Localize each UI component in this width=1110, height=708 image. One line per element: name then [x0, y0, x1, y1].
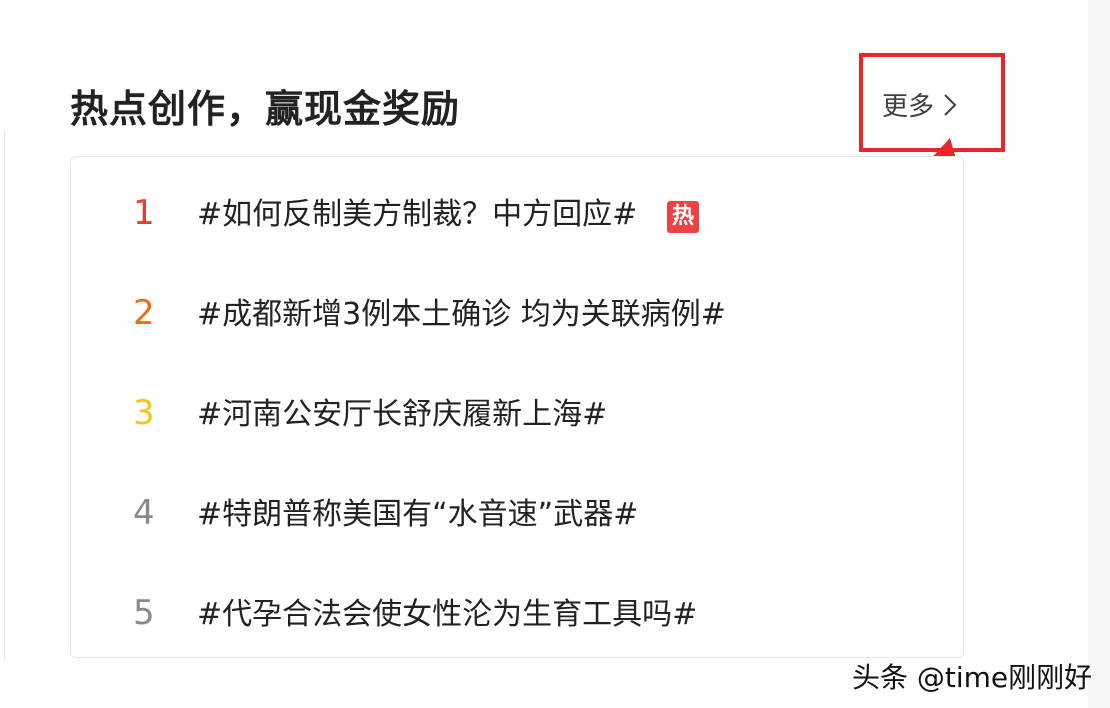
topic-title: #河南公安厅长舒庆履新上海# [197, 397, 608, 432]
hot-topics-card: 1 #如何反制美方制裁？中方回应# 热 2 #成都新增3例本土确诊 均为关联病例… [70, 156, 964, 658]
hot-topic-item-1[interactable]: 1 #如何反制美方制裁？中方回应# 热 [71, 183, 963, 243]
rank-number: 2 [133, 293, 155, 333]
rank-number: 3 [133, 393, 155, 433]
topic-title: #特朗普称美国有“水音速”武器# [197, 497, 639, 532]
topic-title: #代孕合法会使女性沦为生育工具吗# [197, 597, 698, 632]
hot-topic-item-2[interactable]: 2 #成都新增3例本土确诊 均为关联病例# [71, 283, 963, 343]
left-card-edge [0, 130, 5, 660]
hot-topic-item-4[interactable]: 4 #特朗普称美国有“水音速”武器# [71, 483, 963, 543]
topic-title: #成都新增3例本土确诊 均为关联病例# [197, 297, 726, 332]
rank-number: 1 [133, 193, 155, 233]
rank-number: 5 [133, 593, 155, 633]
rank-number: 4 [133, 493, 155, 533]
hot-badge: 热 [667, 201, 699, 233]
watermark: 头条 @time刚刚好 [852, 661, 1093, 694]
hot-topic-item-5[interactable]: 5 #代孕合法会使女性沦为生育工具吗# [71, 583, 963, 643]
hot-topic-item-3[interactable]: 3 #河南公安厅长舒庆履新上海# [71, 383, 963, 443]
section-title: 热点创作，赢现金奖励 [70, 87, 461, 131]
topic-title: #如何反制美方制裁？中方回应# [197, 197, 638, 232]
